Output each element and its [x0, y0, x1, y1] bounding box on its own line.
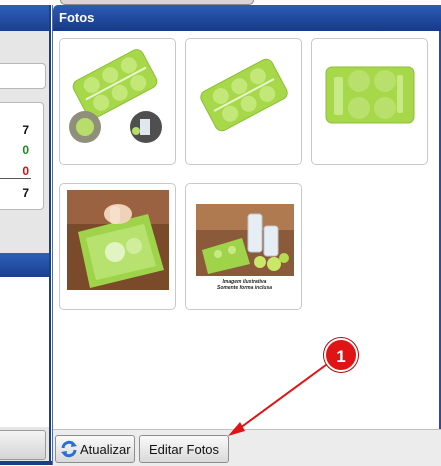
photos-panel-header: Fotos [53, 5, 441, 31]
panel-title: Fotos [59, 10, 95, 25]
left-toolbar-button[interactable] [0, 430, 46, 460]
stat-divider [0, 178, 31, 179]
edit-photos-button[interactable]: Editar Fotos [139, 435, 229, 463]
left-panel-header [0, 5, 49, 31]
ice-tray-image [200, 58, 288, 132]
ice-tray-image [69, 49, 162, 143]
left-section-body [0, 277, 49, 427]
refresh-button[interactable]: Atualizar [55, 435, 135, 463]
refresh-button-label: Atualizar [80, 441, 131, 457]
hand-tray-photo [67, 190, 169, 290]
stats-box: 7 0 0 7 [0, 102, 44, 210]
stat-green: 0 [22, 143, 29, 157]
left-section-header [0, 253, 49, 277]
annotation-marker: 1 [324, 338, 358, 372]
left-search-field[interactable] [0, 63, 46, 89]
illustrative-photo [196, 204, 294, 276]
stat-total: 7 [22, 123, 29, 137]
ice-tray-image [325, 66, 415, 124]
left-panel: 7 0 0 7 [0, 5, 51, 461]
refresh-icon [59, 439, 79, 459]
stat-sum: 7 [22, 186, 29, 200]
stat-red: 0 [22, 164, 29, 178]
edit-photos-button-label: Editar Fotos [148, 441, 220, 457]
photo-caption-line-2: Somente forma inclusa [216, 285, 272, 291]
photo-thumb-2[interactable] [185, 38, 302, 165]
photo-thumb-5[interactable]: Imagem ilustrativa Somente forma inclusa [185, 183, 302, 310]
photo-thumb-4[interactable] [59, 183, 176, 310]
photos-panel: Fotos Imagem ilustrativa Somente forma i… [52, 5, 441, 466]
photos-toolbar: Atualizar Editar Fotos [53, 429, 441, 466]
left-panel-bottom-border [0, 461, 52, 465]
photo-thumb-3[interactable] [311, 38, 428, 165]
photo-thumb-1[interactable] [59, 38, 176, 165]
